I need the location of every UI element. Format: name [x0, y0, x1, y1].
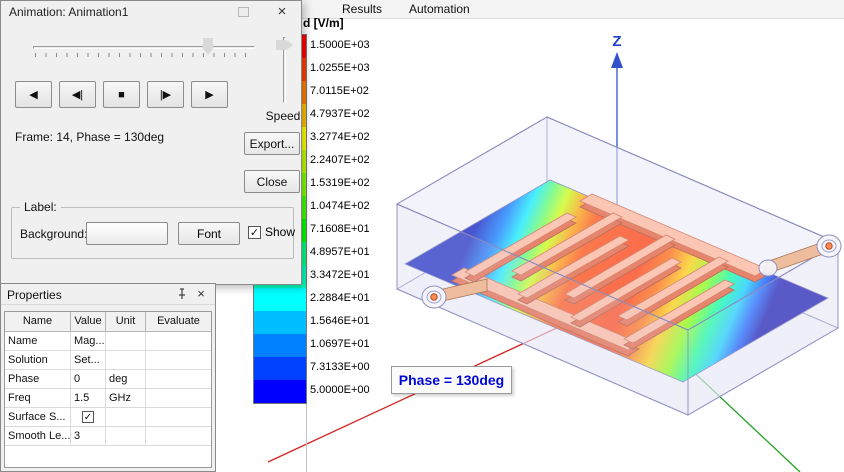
property-cell: Surface S... — [5, 408, 71, 427]
prev-button[interactable]: ◀ — [15, 81, 52, 108]
property-cell[interactable]: Mag... — [71, 332, 106, 351]
properties-title: Properties — [7, 288, 62, 302]
frame-slider-track[interactable] — [33, 46, 255, 49]
legend-color-cell — [254, 311, 306, 334]
view-border — [306, 404, 307, 472]
property-cell — [146, 351, 211, 370]
application-window: Results Automation Z Phase = 130deg d [V… — [0, 0, 844, 472]
show-checkbox-box[interactable]: ✓ — [248, 225, 261, 239]
property-cell: Name — [5, 332, 71, 351]
property-row[interactable]: Surface S... ✓ — [5, 408, 211, 427]
property-row[interactable]: Freq 1.5 GHz — [5, 389, 211, 408]
dialog-titlebar[interactable]: Animation: Animation1 × — [1, 1, 301, 23]
z-axis-arrow — [611, 52, 623, 68]
property-cell — [106, 351, 146, 370]
legend-value: 1.0697E+01 — [310, 338, 370, 350]
label-groupbox-title: Label: — [20, 200, 61, 214]
column-header-value[interactable]: Value — [71, 312, 106, 332]
font-button[interactable]: Font — [178, 222, 240, 245]
speed-slider[interactable] — [273, 35, 295, 105]
legend-values: 1.5000E+03 1.0255E+03 7.0115E+02 4.7937E+02… — [310, 34, 370, 402]
property-cell: Phase — [5, 370, 71, 389]
export-button[interactable]: Export... — [244, 132, 300, 155]
legend-color-cell — [254, 357, 306, 380]
property-cell — [106, 427, 146, 446]
dialog-title: Animation: Animation1 — [9, 5, 129, 19]
properties-table-body: Name Mag... Solution Set... Phase 0 deg Freq 1.5… — [5, 332, 211, 446]
property-cell — [146, 408, 211, 427]
speed-slider-thumb[interactable] — [276, 40, 293, 50]
properties-table: Name Value Unit Evaluate Name Mag... Solut… — [4, 311, 212, 468]
legend-value: 1.5646E+01 — [310, 315, 370, 327]
property-row[interactable]: Smooth Le... 3 — [5, 427, 211, 446]
z-axis-label: Z — [612, 33, 621, 50]
animation-dialog: Animation: Animation1 × Speed ◀ ◀| ■ |▶ … — [0, 0, 302, 285]
legend-value: 4.7937E+02 — [310, 108, 370, 120]
legend-value: 1.0474E+02 — [310, 200, 370, 212]
property-row[interactable]: Phase 0 deg — [5, 370, 211, 389]
show-checkbox-label: Show — [265, 225, 296, 239]
close-icon[interactable]: × — [272, 2, 292, 21]
properties-titlebar[interactable]: Properties × — [1, 284, 215, 305]
legend-value: 7.0115E+02 — [310, 85, 369, 97]
legend-value: 7.3133E+00 — [310, 361, 370, 373]
legend-value: 2.2407E+02 — [310, 154, 370, 166]
legend-value: 4.8957E+01 — [310, 246, 370, 258]
property-cell[interactable]: 1.5 — [71, 389, 106, 408]
legend-value: 3.3472E+01 — [310, 269, 370, 281]
checkbox[interactable]: ✓ — [82, 411, 94, 423]
step-forward-button[interactable]: |▶ — [147, 81, 184, 108]
legend-value: 2.2884E+01 — [310, 292, 370, 304]
maximize-icon[interactable] — [238, 7, 249, 17]
close-button[interactable]: Close — [244, 170, 300, 193]
legend-value: 3.2774E+02 — [310, 131, 370, 143]
playback-controls: ◀ ◀| ■ |▶ ▶ — [15, 81, 228, 108]
property-cell[interactable]: Set... — [71, 351, 106, 370]
legend-color-cell — [254, 380, 306, 403]
property-cell — [106, 408, 146, 427]
property-cell: deg — [106, 370, 146, 389]
property-cell[interactable]: 3 — [71, 427, 106, 446]
property-cell: GHz — [106, 389, 146, 408]
property-cell — [146, 427, 211, 446]
properties-table-header: Name Value Unit Evaluate — [5, 312, 211, 332]
column-header-evaluate[interactable]: Evaluate — [146, 312, 211, 332]
property-cell[interactable]: ✓ — [71, 408, 106, 427]
legend-title: d [V/m] — [303, 16, 344, 30]
step-back-button[interactable]: ◀| — [59, 81, 96, 108]
property-cell — [106, 332, 146, 351]
property-row[interactable]: Name Mag... — [5, 332, 211, 351]
legend-value: 1.5000E+03 — [310, 39, 370, 51]
background-label: Background: — [20, 227, 88, 241]
property-cell: Freq — [5, 389, 71, 408]
column-header-unit[interactable]: Unit — [106, 312, 146, 332]
legend-value: 1.0255E+03 — [310, 62, 370, 74]
play-button[interactable]: ▶ — [191, 81, 228, 108]
property-cell[interactable]: 0 — [71, 370, 106, 389]
column-header-name[interactable]: Name — [5, 312, 71, 332]
property-cell — [146, 389, 211, 408]
property-cell: Solution — [5, 351, 71, 370]
pin-icon[interactable] — [176, 288, 188, 300]
properties-panel: Properties × Name Value Unit Evaluate Na… — [0, 283, 216, 472]
label-groupbox: Label: Background: Font ✓ Show — [11, 200, 296, 259]
speed-label: Speed — [265, 109, 301, 123]
frame-info: Frame: 14, Phase = 130deg — [15, 130, 165, 144]
legend-value: 7.1608E+01 — [310, 223, 370, 235]
background-color-button[interactable] — [86, 222, 168, 245]
phase-annotation: Phase = 130deg — [391, 366, 512, 394]
stop-button[interactable]: ■ — [103, 81, 140, 108]
property-cell — [146, 332, 211, 351]
legend-value: 5.0000E+00 — [310, 384, 370, 396]
property-row[interactable]: Solution Set... — [5, 351, 211, 370]
legend-value: 1.5319E+02 — [310, 177, 370, 189]
frame-slider-ticks — [35, 53, 253, 57]
frame-slider[interactable] — [31, 37, 257, 59]
property-cell: Smooth Le... — [5, 427, 71, 446]
properties-close-icon[interactable]: × — [193, 286, 209, 302]
legend-color-cell — [254, 334, 306, 357]
legend-color-cell — [254, 288, 306, 311]
property-cell — [146, 370, 211, 389]
